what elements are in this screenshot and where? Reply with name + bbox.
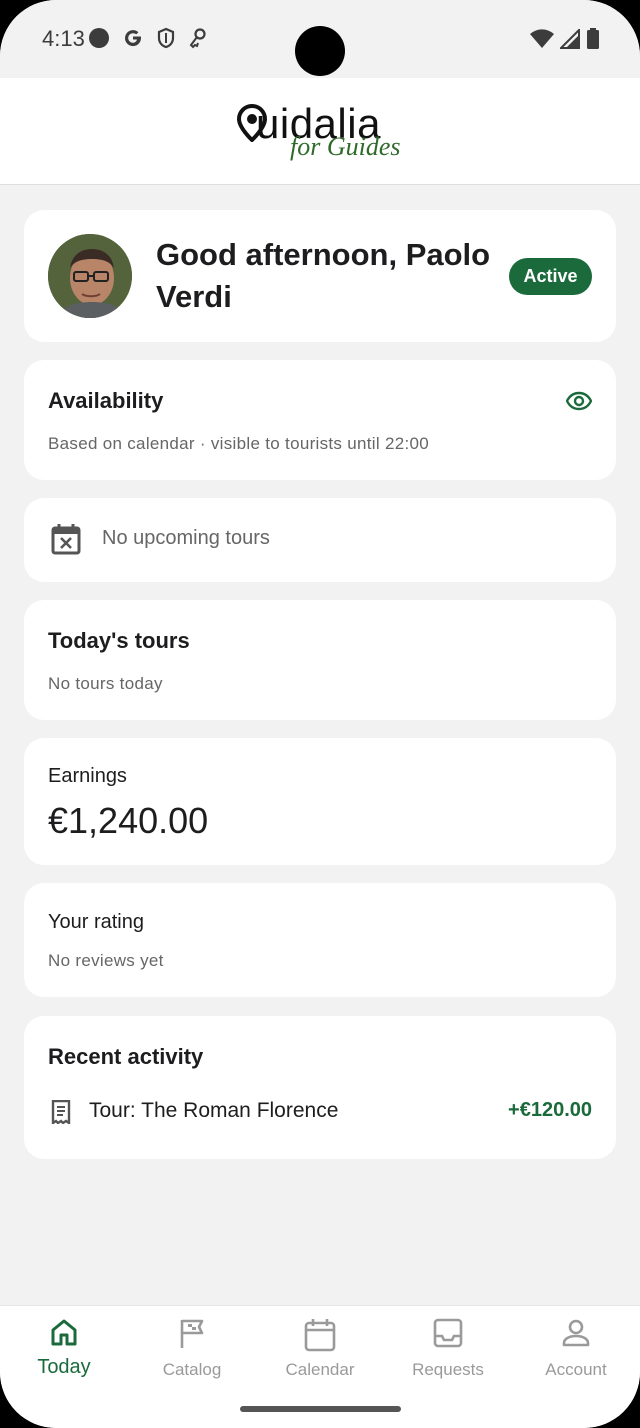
activity-label: Tour: The Roman Florence	[89, 1099, 339, 1122]
nav-item-calendar[interactable]: Calendar	[256, 1306, 384, 1406]
status-notification-icons	[88, 27, 210, 49]
nav-label-catalog: Catalog	[162, 1360, 222, 1379]
nav-item-catalog[interactable]: Catalog	[128, 1306, 256, 1406]
list-item[interactable]: Tour: The Roman Florence +€120.00	[48, 1096, 592, 1128]
inbox-icon	[433, 1318, 463, 1348]
activity-amount: +€120.00	[508, 1099, 592, 1121]
calendar-cancel-icon	[51, 524, 81, 555]
greeting-text: Good afternoon, Paolo Verdi	[156, 237, 491, 314]
upcoming-tours-text: No upcoming tours	[102, 527, 270, 549]
flag-icon	[180, 1319, 204, 1348]
earnings-card[interactable]: Earnings €1,240.00	[24, 738, 616, 865]
nav-label-requests: Requests	[412, 1360, 484, 1379]
nav-label-calendar: Calendar	[285, 1360, 355, 1379]
nav-item-requests[interactable]: Requests	[384, 1306, 512, 1406]
upcoming-tours-card[interactable]: No upcoming tours	[24, 498, 616, 582]
rating-card[interactable]: Your rating No reviews yet	[24, 883, 616, 997]
gesture-home-bar[interactable]	[240, 1406, 401, 1412]
todays-tours-card[interactable]: Today's tours No tours today	[24, 600, 616, 720]
key-icon	[189, 28, 206, 49]
nav-item-today[interactable]: Today	[0, 1306, 128, 1406]
guidalia-logo: uidalia for Guides	[236, 98, 416, 168]
nav-label-account: Account	[545, 1360, 607, 1379]
logo-tagline: for Guides	[290, 132, 401, 161]
receipt-icon	[51, 1100, 71, 1124]
status-system-icons	[530, 28, 600, 50]
nav-item-account[interactable]: Account	[512, 1306, 640, 1406]
status-badge: Active	[509, 258, 592, 295]
signal-icon	[560, 29, 580, 49]
app-header: uidalia for Guides	[0, 78, 640, 185]
earnings-amount: €1,240.00	[48, 800, 209, 841]
google-icon	[125, 30, 142, 47]
nav-label-today: Today	[37, 1356, 91, 1378]
recent-activity-title: Recent activity	[48, 1044, 204, 1069]
person-icon	[562, 1319, 590, 1347]
todays-tours-subtitle: No tours today	[48, 674, 163, 693]
camera-cutout	[295, 26, 345, 76]
avatar[interactable]	[48, 234, 132, 318]
recent-activity-card: Recent activity Tour: The Roman Florence…	[24, 1016, 616, 1159]
shield-icon	[157, 27, 175, 49]
avatar-portrait	[48, 234, 132, 318]
app-screen: 4:13 uidalia for Guides Good afternoon, …	[0, 0, 640, 1428]
earnings-label: Earnings	[48, 765, 127, 787]
rating-label: Your rating	[48, 911, 144, 933]
todays-tours-title: Today's tours	[48, 628, 190, 653]
calendar-icon	[304, 1319, 336, 1352]
status-bar: 4:13	[0, 0, 640, 78]
rating-subtitle: No reviews yet	[48, 951, 164, 970]
battery-icon	[587, 28, 599, 49]
eye-icon[interactable]	[566, 389, 592, 413]
availability-card[interactable]: Availability Based on calendar · visible…	[24, 360, 616, 480]
availability-title: Availability	[48, 388, 164, 413]
status-time: 4:13	[42, 26, 85, 51]
wifi-icon	[530, 29, 554, 48]
availability-subtitle: Based on calendar · visible to tourists …	[48, 434, 430, 453]
greeting-card: Good afternoon, Paolo Verdi Active	[24, 210, 616, 342]
circle-notification-icon	[89, 28, 109, 48]
home-icon	[51, 1319, 77, 1346]
